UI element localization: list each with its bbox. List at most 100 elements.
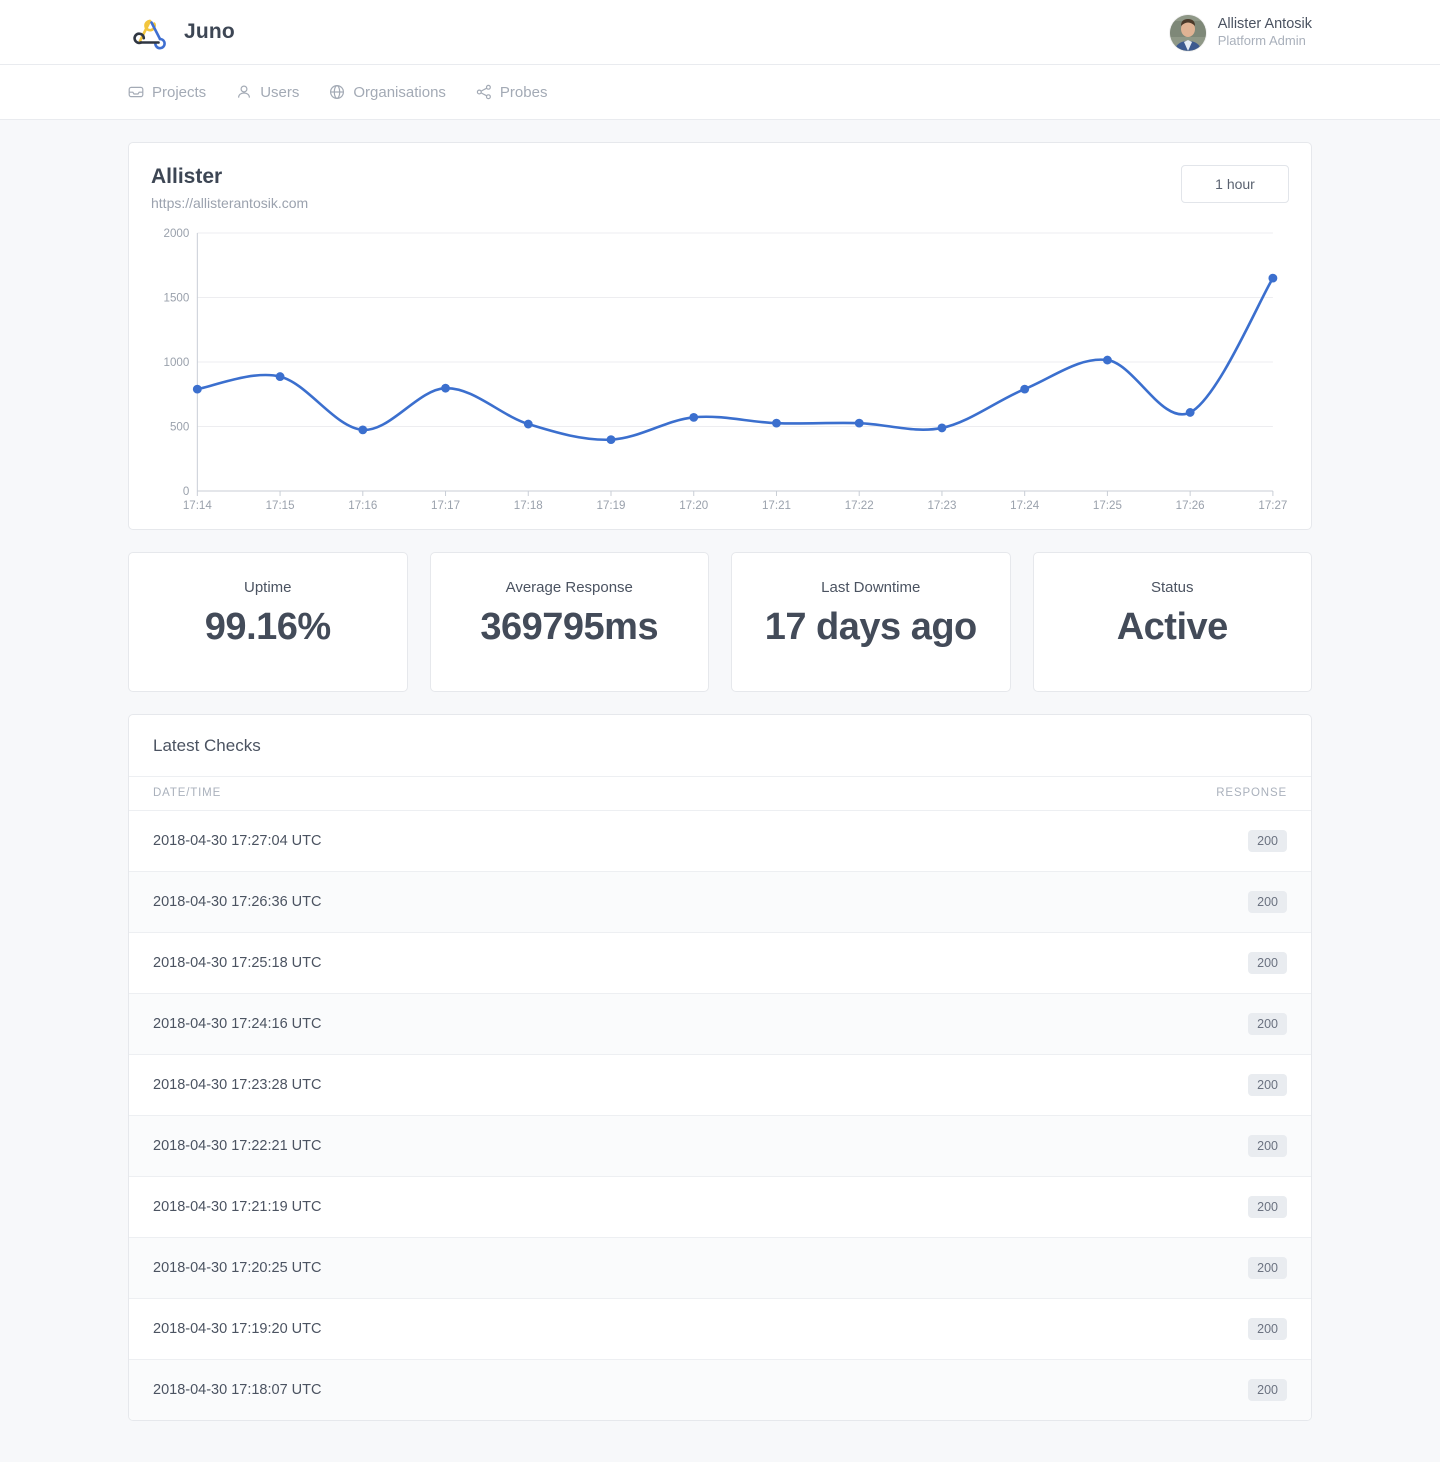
stat-label: Uptime [243, 579, 292, 596]
stats-row: Uptime 99.16% Average Response 369795ms … [128, 552, 1312, 692]
cell-datetime: 2018-04-30 17:25:18 UTC [129, 932, 893, 994]
stat-value: 99.16% [204, 606, 331, 648]
nav-label-users: Users [260, 83, 300, 101]
cell-datetime: 2018-04-30 17:22:21 UTC [129, 1115, 893, 1177]
inbox-icon [128, 84, 144, 100]
page-title: Allister [151, 165, 223, 188]
chart-y-tick-label: 0 [183, 486, 189, 498]
avatar [1169, 14, 1206, 51]
response-time-line-chart: 0 500 1000 1500 2000 17:14 17:15 17:16 17:17 17:1… [164, 228, 1288, 512]
table-row[interactable]: 2018-04-30 17:25:18 UTC 200 [129, 932, 1311, 994]
page-body: Allister https://allisterantosik.com 1 h… [0, 120, 1440, 1461]
column-header-response: RESPONSE [892, 777, 1311, 811]
table-row[interactable]: 2018-04-30 17:24:16 UTC 200 [129, 993, 1311, 1055]
stat-value: 17 days ago [764, 606, 978, 648]
chart-x-tick-label: 17:23 [927, 500, 956, 512]
chart-x-tick-label: 17:14 [183, 500, 213, 512]
cell-datetime: 2018-04-30 17:18:07 UTC [129, 1359, 893, 1420]
brand[interactable]: Juno [128, 11, 235, 53]
latest-checks-card: Latest Checks DATE/TIME RESPONSE 2018-04… [128, 714, 1312, 1421]
chart-data-point[interactable]: 17:14: 790 [192, 384, 202, 394]
chart-data-point[interactable]: 17:22: 526 [854, 418, 864, 428]
globe-icon [329, 84, 345, 100]
chart-x-tick-label: 17:17 [431, 500, 460, 512]
chart-x-tick-label: 17:15 [266, 500, 295, 512]
table-header-row: DATE/TIME RESPONSE [129, 777, 1311, 811]
table-row[interactable]: 2018-04-30 17:18:07 UTC 200 [129, 1359, 1311, 1420]
response-status-badge: 200 [1248, 1135, 1287, 1157]
chart-x-tick-label: 17:21 [762, 500, 791, 512]
brand-name: Juno [184, 20, 235, 43]
cell-response: 200 [892, 1237, 1311, 1299]
chart-x-tick-label: 17:20 [679, 500, 708, 512]
nav-item-organisations[interactable]: Organisations [329, 84, 446, 101]
response-status-badge: 200 [1248, 830, 1287, 852]
chart-data-point[interactable]: 17:23: 489 [937, 423, 947, 433]
chart-data-point[interactable]: 17:19: 398 [606, 435, 616, 445]
nav-label-organisations: Organisations [353, 83, 446, 101]
chart-data-point[interactable]: 17:21: 526 [772, 418, 781, 428]
cell-response: 200 [892, 1298, 1311, 1360]
cell-response: 200 [892, 1054, 1311, 1116]
chart-data-point[interactable]: 17:15: 887 [275, 372, 285, 381]
cell-datetime: 2018-04-30 17:23:28 UTC [129, 1054, 893, 1116]
monitor-url: https://allisterantosik.com [151, 195, 309, 211]
chart-x-tick-label: 17:16 [348, 500, 377, 512]
chart-x-tick-label: 17:22 [845, 500, 874, 512]
nav-label-probes: Probes [499, 83, 548, 101]
nav-item-users[interactable]: Users [236, 84, 299, 101]
chart-data-point[interactable]: 17:24: 790 [1020, 384, 1030, 394]
chart-data-point[interactable]: 17:16: 474 [358, 425, 368, 435]
chart-y-tick-label: 2000 [164, 228, 190, 240]
response-status-badge: 200 [1248, 1074, 1287, 1096]
cell-response: 200 [892, 932, 1311, 994]
chart-data-point[interactable]: 17:18: 519 [523, 419, 533, 429]
chart-x-tick-label: 17:19 [597, 500, 626, 512]
stat-card-status: Status Active [1032, 552, 1312, 692]
table-row[interactable]: 2018-04-30 17:21:19 UTC 200 [129, 1176, 1311, 1238]
column-header-datetime: DATE/TIME [129, 777, 893, 811]
time-range-select[interactable]: 1 hour [1181, 165, 1289, 203]
nav-item-probes[interactable]: Probes [476, 83, 548, 101]
table-body: 2018-04-30 17:27:04 UTC 200 2018-04-30 17:… [129, 810, 1311, 1420]
chart-data-point[interactable]: 17:20: 571 [689, 412, 699, 422]
stat-card-last-downtime: Last Downtime 17 days ago [731, 552, 1011, 692]
nav-label-projects: Projects [152, 83, 207, 101]
cell-response: 200 [892, 1115, 1311, 1177]
status-badge: Active [1116, 606, 1229, 648]
chart-y-tick-label: 1500 [164, 293, 190, 305]
table-row[interactable]: 2018-04-30 17:20:25 UTC 200 [129, 1237, 1311, 1299]
cell-datetime: 2018-04-30 17:27:04 UTC [129, 810, 893, 872]
table-row[interactable]: 2018-04-30 17:27:04 UTC 200 [129, 810, 1311, 872]
chart-data-point[interactable]: 17:27: 1650 [1268, 273, 1278, 283]
person-icon [236, 84, 252, 100]
table-row[interactable]: 2018-04-30 17:23:28 UTC 200 [129, 1054, 1311, 1116]
nav-item-projects[interactable]: Projects [128, 84, 206, 101]
chart-data-point[interactable]: 17:25: 1015 [1102, 355, 1112, 365]
cell-response: 200 [892, 871, 1311, 933]
time-range-value: 1 hour [1215, 176, 1255, 192]
cell-response: 200 [892, 810, 1311, 872]
table-row[interactable]: 2018-04-30 17:26:36 UTC 200 [129, 871, 1311, 933]
chart-x-tick-label: 17:24 [1010, 500, 1040, 512]
chart-data-point[interactable]: 17:17: 797 [441, 383, 450, 393]
stat-label: Last Downtime [821, 579, 921, 596]
top-header: Juno Allister Antosik Platform Admin [0, 0, 1440, 65]
juno-triangle-logo-icon [128, 11, 170, 53]
stat-value: 369795ms [480, 606, 659, 648]
table-row[interactable]: 2018-04-30 17:19:20 UTC 200 [129, 1298, 1311, 1360]
stat-card-uptime: Uptime 99.16% [128, 552, 408, 692]
response-status-badge: 200 [1248, 1318, 1287, 1340]
response-chart-card: Allister https://allisterantosik.com 1 h… [128, 142, 1312, 530]
chart-data-point[interactable]: 17:26: 609 [1185, 408, 1195, 417]
main-nav: Projects Users Organisations Probes [0, 65, 1440, 120]
chart-x-tick-label: 17:26 [1176, 500, 1205, 512]
table-row[interactable]: 2018-04-30 17:22:21 UTC 200 [129, 1115, 1311, 1177]
user-menu[interactable]: Allister Antosik Platform Admin [1169, 0, 1312, 65]
cell-response: 200 [892, 993, 1311, 1055]
table-head: DATE/TIME RESPONSE [129, 777, 1311, 811]
chart-x-tick-label: 17:27 [1258, 500, 1287, 512]
cell-response: 200 [892, 1176, 1311, 1238]
chart-x-tick-label: 17:18 [514, 500, 543, 512]
latest-checks-table: DATE/TIME RESPONSE 2018-04-30 17:27:04 U… [129, 777, 1311, 1420]
